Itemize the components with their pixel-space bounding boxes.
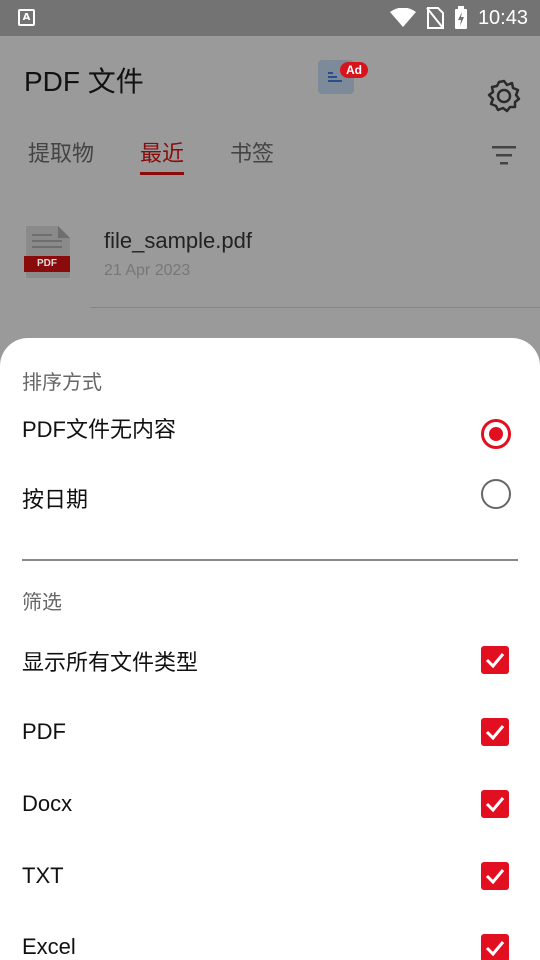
checkbox-docx[interactable] xyxy=(481,790,509,818)
filter-option-label[interactable]: TXT xyxy=(22,863,64,889)
tab-recent[interactable]: 最近 xyxy=(140,136,184,168)
tab-extracts[interactable]: 提取物 xyxy=(28,136,94,168)
pdf-file-icon xyxy=(24,226,70,278)
status-bar: A 10:43 xyxy=(0,0,540,36)
section-divider xyxy=(22,559,518,561)
list-divider xyxy=(90,307,540,308)
clock: 10:43 xyxy=(477,6,528,29)
checkbox-pdf[interactable] xyxy=(481,718,509,746)
page-title: PDF 文件 xyxy=(24,66,144,97)
list-item[interactable]: PDF file_sample.pdf 21 Apr 2023 xyxy=(0,198,540,308)
gear-icon[interactable] xyxy=(486,78,522,114)
sort-option-label[interactable]: PDF文件无内容 xyxy=(22,412,176,444)
checkbox-all-types[interactable] xyxy=(481,646,509,674)
filter-section-title: 筛选 xyxy=(22,590,62,614)
battery-charging-icon xyxy=(454,6,467,29)
filter-icon[interactable] xyxy=(490,144,518,168)
app-notification-icon: A xyxy=(18,9,35,26)
sort-section-title: 排序方式 xyxy=(22,370,102,394)
file-name: file_sample.pdf xyxy=(104,228,252,253)
sort-option-label[interactable]: 按日期 xyxy=(22,482,88,514)
app-bar: PDF 文件 Ad xyxy=(0,36,540,120)
checkmark-icon xyxy=(485,941,505,957)
status-icons: 10:43 xyxy=(389,0,528,36)
filter-option-label[interactable]: PDF xyxy=(22,719,66,745)
tab-bar: 提取物 最近 书签 xyxy=(0,120,540,198)
checkbox-excel[interactable] xyxy=(481,934,509,960)
checkmark-icon xyxy=(485,797,505,813)
pdf-thumb-label: PDF xyxy=(37,258,57,269)
wifi-icon xyxy=(389,8,416,27)
checkmark-icon xyxy=(485,869,505,885)
sort-filter-sheet: 排序方式 PDF文件无内容 按日期 筛选 显示所有文件类型 PDF Docx T… xyxy=(0,338,540,960)
filter-option-label[interactable]: Excel xyxy=(22,934,76,960)
checkmark-icon xyxy=(485,653,505,669)
filter-option-label[interactable]: Docx xyxy=(22,791,72,817)
filter-option-label[interactable]: 显示所有文件类型 xyxy=(22,645,198,677)
checkmark-icon xyxy=(485,725,505,741)
active-tab-indicator xyxy=(140,172,184,175)
ad-badge: Ad xyxy=(340,62,368,78)
tab-bookmarks[interactable]: 书签 xyxy=(230,136,274,168)
radio-sort-content[interactable] xyxy=(481,419,511,449)
checkbox-txt[interactable] xyxy=(481,862,509,890)
file-date: 21 Apr 2023 xyxy=(104,262,191,279)
radio-sort-date[interactable] xyxy=(481,479,511,509)
no-sim-icon xyxy=(426,7,444,29)
document-icon xyxy=(328,72,342,82)
